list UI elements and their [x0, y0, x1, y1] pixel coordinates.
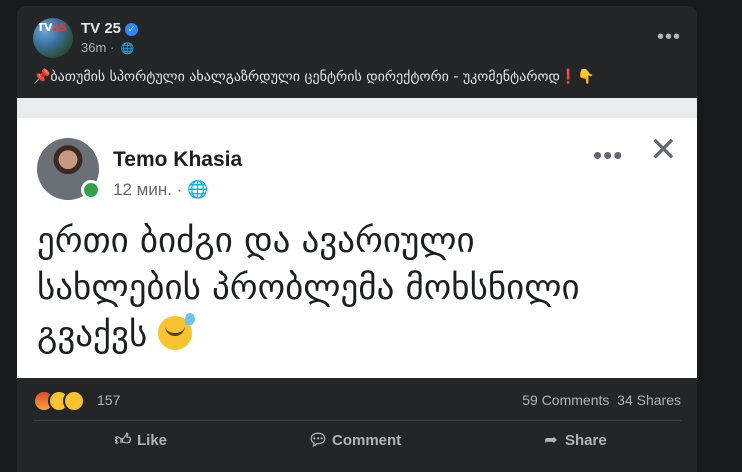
comment-icon: 💬︎ — [308, 432, 329, 449]
action-bar: 👍︎ Like 💬︎ Comment ➦ Share — [33, 424, 681, 458]
shared-image-topbar — [17, 98, 697, 118]
reaction-count[interactable]: 157 — [97, 392, 120, 408]
post-header: TV25 TV 25 ✓ 36m · 🌐 ••• — [33, 18, 681, 58]
reactions-summary[interactable] — [33, 390, 85, 412]
shared-globe-icon: 🌐 — [187, 180, 209, 199]
sweat-smile-emoji-icon — [158, 313, 196, 350]
page-avatar[interactable]: TV25 — [33, 18, 73, 58]
comments-count[interactable]: 59 Comments — [522, 392, 609, 408]
like-button[interactable]: 👍︎ Like — [113, 424, 167, 458]
online-indicator — [81, 180, 101, 200]
post-caption: 📌ბათუმის სპორტული ახალგაზრდული ცენტრის დ… — [33, 69, 595, 85]
comments-shares: 59 Comments 34 Shares — [522, 392, 681, 408]
divider — [33, 420, 681, 421]
shared-image[interactable]: Temo Khasia 12 мин. · 🌐 ••• ✕ ერთი ბიძგი… — [17, 98, 697, 378]
shared-meta: 12 мин. · 🌐 — [113, 180, 208, 200]
haha-reaction-icon — [63, 390, 85, 412]
shared-author-name: Temo Khasia — [113, 148, 243, 171]
more-icon[interactable]: ••• — [657, 26, 681, 49]
comment-label: Comment — [332, 432, 402, 449]
shared-line-2: სახლების პრობლემა მოხსნილი — [37, 268, 580, 308]
shared-line-3: გვაქვს — [37, 312, 677, 359]
post-time[interactable]: 36m — [81, 40, 106, 55]
shared-line-3-text: გვაქვს — [37, 315, 148, 355]
page-name-text[interactable]: TV 25 — [81, 20, 121, 37]
shared-text: ერთი ბიძგი და ავარიული სახლების პრობლემა… — [37, 218, 677, 359]
tv25-logo: TV25 — [37, 21, 67, 34]
shares-count[interactable]: 34 Shares — [617, 392, 681, 408]
like-icon: 👍︎ — [114, 432, 132, 449]
verified-icon: ✓ — [125, 23, 139, 36]
shared-time: 12 мин. · — [113, 180, 183, 199]
comment-button[interactable]: 💬︎ Comment — [308, 424, 401, 458]
like-label: Like — [137, 432, 168, 449]
page-name[interactable]: TV 25 ✓ — [81, 20, 139, 37]
shared-close-icon: ✕ — [649, 131, 678, 169]
post-stats: 157 59 Comments 34 Shares — [33, 390, 681, 412]
post-meta: 36m · 🌐 — [81, 40, 135, 55]
shared-line-1: ერთი ბიძგი და ავარიული — [37, 221, 475, 261]
share-button[interactable]: ➦ Share — [541, 424, 607, 458]
post-card: TV25 TV 25 ✓ 36m · 🌐 ••• 📌ბათუმის სპორტულ… — [17, 6, 697, 472]
shared-more-icon: ••• — [593, 140, 624, 170]
share-icon: ➦ — [544, 432, 558, 449]
globe-icon: 🌐 — [120, 43, 135, 55]
share-label: Share — [565, 432, 607, 449]
